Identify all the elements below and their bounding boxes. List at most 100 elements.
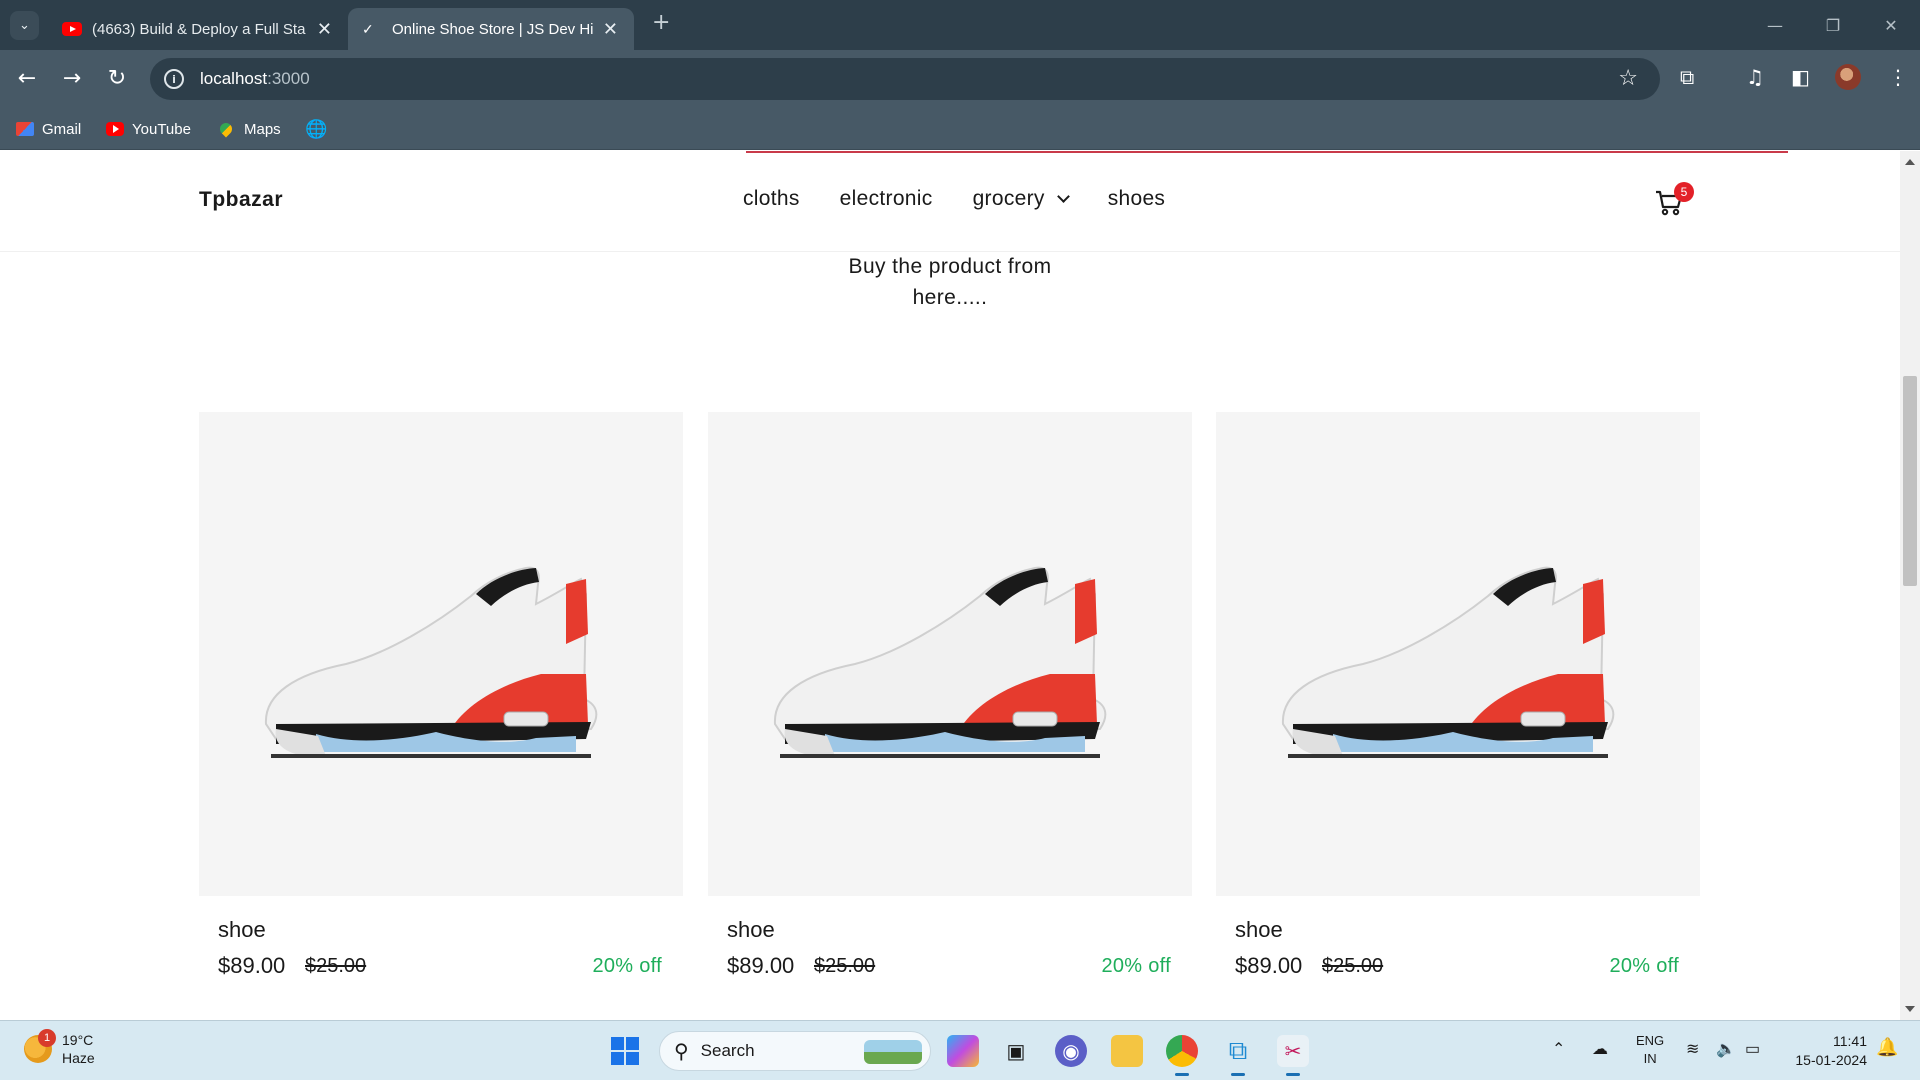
nav-item-electronic[interactable]: electronic [840, 187, 933, 211]
product-name[interactable]: shoe [218, 917, 266, 943]
restore-icon[interactable]: ❐ [1804, 0, 1862, 50]
product-card[interactable]: shoe $89.00 $25.00 20% off [708, 412, 1192, 978]
tab-title: Online Shoe Store | JS Dev Hind [392, 20, 593, 38]
product-name[interactable]: shoe [1235, 917, 1283, 943]
intro-line: Buy the product from [848, 255, 1052, 278]
tab-close-icon[interactable]: ✕ [603, 19, 618, 40]
bookmarks-bar: Gmail YouTube Maps 🌐 [0, 108, 1920, 150]
wifi-icon[interactable]: ≋ [1686, 1039, 1699, 1059]
bookmark-star-icon[interactable]: ☆ [1618, 66, 1638, 91]
battery-icon[interactable]: ▭ [1745, 1039, 1760, 1059]
page-scrollbar[interactable] [1900, 151, 1920, 1020]
tab-youtube[interactable]: (4663) Build & Deploy a Full Sta ✕ [48, 8, 348, 50]
browser-toolbar: ← → ↻ i localhost:3000 ☆ ⧉ ♫ ◧ ⋮ [0, 50, 1920, 108]
search-highlight-image [864, 1040, 922, 1064]
extensions-puzzle-icon[interactable]: ⧉ [1680, 65, 1694, 89]
lang-line: IN [1643, 1051, 1657, 1066]
nav-item-grocery[interactable]: grocery [972, 187, 1070, 211]
minimize-icon[interactable]: — [1746, 0, 1804, 50]
product-old-price: $25.00 [1322, 955, 1384, 977]
clock-date: 15-01-2024 [1795, 1052, 1867, 1068]
back-arrow-icon[interactable]: ← [12, 63, 42, 93]
media-control-icon[interactable]: ♫ [1746, 65, 1764, 89]
weather-sun-icon: 1 [24, 1029, 56, 1063]
product-image[interactable] [708, 412, 1192, 896]
reload-icon[interactable]: ↻ [102, 63, 132, 93]
nav-item-cloths[interactable]: cloths [743, 187, 800, 211]
address-bar[interactable]: i localhost:3000 ☆ [150, 58, 1660, 100]
main-nav: cloths electronic grocery shoes [743, 187, 1205, 211]
product-old-price: $25.00 [305, 955, 367, 977]
forward-arrow-icon[interactable]: → [57, 63, 87, 93]
bookmark-maps[interactable]: Maps [217, 116, 281, 142]
url-port: :3000 [267, 69, 310, 88]
tray-overflow-chevron-icon[interactable]: ⌃ [1552, 1039, 1565, 1059]
tab-shoe-store[interactable]: ✓ Online Shoe Store | JS Dev Hind ✕ [348, 8, 634, 50]
product-image[interactable] [1216, 412, 1700, 896]
intro-line: here..... [912, 286, 988, 309]
browser-tabstrip: ⌄ (4663) Build & Deploy a Full Sta ✕ ✓ O… [0, 0, 1920, 50]
maps-pin-icon [217, 120, 235, 138]
product-price: $89.00 [218, 953, 286, 978]
weather-widget[interactable]: 1 19°C Haze [24, 1029, 95, 1067]
nav-item-label: grocery [972, 187, 1045, 210]
file-explorer-icon[interactable] [1111, 1035, 1143, 1067]
youtube-icon [106, 122, 124, 136]
product-discount: 20% off [1101, 955, 1171, 977]
youtube-favicon-icon [62, 22, 82, 36]
scroll-down-arrow-icon[interactable] [1905, 1006, 1915, 1012]
more-menu-icon[interactable]: ⋮ [1888, 65, 1908, 89]
windows-start-icon[interactable] [611, 1037, 639, 1065]
teams-chat-icon[interactable]: ◉ [1055, 1035, 1087, 1067]
search-label: Search [700, 1041, 755, 1060]
taskbar: 1 19°C Haze ⚲ Search ▣ ◉ ⧉ ✂ ⌃ ☁ ENG IN … [0, 1020, 1920, 1080]
product-price: $89.00 [727, 953, 795, 978]
bookmark-label: Gmail [42, 120, 82, 138]
system-clock[interactable]: 11:41 15-01-2024 [1783, 1032, 1867, 1070]
language-indicator[interactable]: ENG IN [1636, 1032, 1664, 1068]
volume-icon[interactable]: 🔈 [1716, 1039, 1736, 1059]
product-card[interactable]: shoe $89.00 $25.00 20% off [199, 412, 683, 978]
product-image[interactable] [199, 412, 683, 896]
tab-search-chevron-icon[interactable]: ⌄ [10, 11, 39, 40]
globe-icon[interactable]: 🌐 [305, 116, 327, 142]
intro-text: Buy the product from here..... [820, 251, 1080, 313]
copilot-icon[interactable] [947, 1035, 979, 1067]
bookmark-youtube[interactable]: YouTube [106, 116, 191, 142]
product-price: $89.00 [1235, 953, 1303, 978]
lang-line: ENG [1636, 1033, 1665, 1048]
side-panel-icon[interactable]: ◧ [1791, 65, 1810, 89]
page-viewport: Tpbazar cloths electronic grocery shoes … [0, 151, 1900, 1020]
product-card[interactable]: shoe $89.00 $25.00 20% off [1216, 412, 1700, 978]
tab-title: (4663) Build & Deploy a Full Sta [92, 20, 306, 38]
bookmark-label: Maps [244, 120, 281, 138]
site-info-icon[interactable]: i [164, 69, 184, 89]
task-view-icon[interactable]: ▣ [1000, 1035, 1032, 1067]
search-icon: ⚲ [674, 1040, 689, 1063]
swoosh-favicon-icon: ✓ [362, 20, 374, 37]
site-header: Tpbazar cloths electronic grocery shoes … [0, 151, 1900, 252]
scroll-up-arrow-icon[interactable] [1905, 159, 1915, 165]
cart-button[interactable]: 5 [1654, 182, 1694, 218]
taskbar-search[interactable]: ⚲ Search [659, 1031, 931, 1071]
profile-avatar[interactable] [1835, 64, 1861, 90]
product-discount: 20% off [592, 955, 662, 977]
product-name[interactable]: shoe [727, 917, 775, 943]
new-tab-plus-icon[interactable]: + [652, 10, 670, 35]
tab-close-icon[interactable]: ✕ [317, 19, 332, 40]
onedrive-cloud-icon[interactable]: ☁ [1592, 1039, 1608, 1059]
site-logo[interactable]: Tpbazar [199, 188, 283, 212]
bookmark-gmail[interactable]: Gmail [16, 116, 81, 142]
sneaker-image [773, 566, 1107, 758]
weather-condition: Haze [62, 1050, 95, 1066]
gmail-icon [16, 122, 34, 136]
nav-item-shoes[interactable]: shoes [1108, 187, 1166, 211]
close-window-icon[interactable]: ✕ [1862, 0, 1920, 50]
notifications-bell-icon[interactable]: 🔔 [1876, 1037, 1898, 1058]
url-host: localhost [200, 69, 268, 88]
snipping-tool-icon[interactable]: ✂ [1277, 1035, 1309, 1076]
chrome-icon[interactable] [1166, 1035, 1198, 1076]
vscode-icon[interactable]: ⧉ [1222, 1035, 1254, 1076]
scroll-thumb[interactable] [1903, 376, 1917, 586]
product-old-price: $25.00 [814, 955, 876, 977]
